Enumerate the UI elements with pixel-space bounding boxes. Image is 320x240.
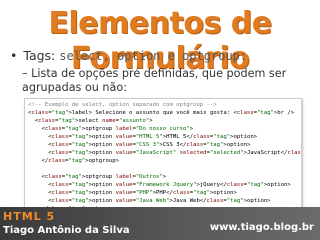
bullet-subitem: – Lista de opções pré definidas, que pod… <box>22 67 287 94</box>
code-line: </class="tag">optgroup> <box>28 158 119 164</box>
code-line: <class="tag">option value="PHP">PHP</cla… <box>28 190 237 196</box>
code-line: <class="tag">option value="CSS 3">CSS 3<… <box>28 142 251 148</box>
bullet-dot-icon: • <box>10 48 18 63</box>
bullet-label: Tags: <box>23 48 56 63</box>
code-line: <class="tag">optgroup label="Do nosso cu… <box>28 126 194 132</box>
code-line: <class="tag">option value="Java Web">Jav… <box>28 198 271 204</box>
code-line: <class="tag">optgroup label="Outros"> <box>28 174 167 180</box>
bullet-tags: • Tags: select, option e optgroup: <box>10 48 247 63</box>
code-line: <class="tag">select name="assunto"> <box>28 118 153 124</box>
code-line: <class="tag">option value="Framework Jqu… <box>28 182 291 188</box>
code-line: <class="tag">label> Selecione o assunto … <box>28 110 295 116</box>
code-line: <class="tag">option value="JavaScript" s… <box>28 150 301 156</box>
code-line: <!-- Exemplo de select, option separado … <box>28 102 217 108</box>
footer-author: Tiago Antônio da Silva <box>3 225 130 236</box>
code-line: <class="tag">option value="HTML 5">HTML … <box>28 134 258 140</box>
slide-title: Elementos de Formulário <box>48 6 272 76</box>
footer-logo: HTML 5 <box>3 210 56 223</box>
bullet-tag-list: select, option e optgroup: <box>59 49 248 63</box>
footer-url: www.tiago.blog.br <box>209 222 314 233</box>
